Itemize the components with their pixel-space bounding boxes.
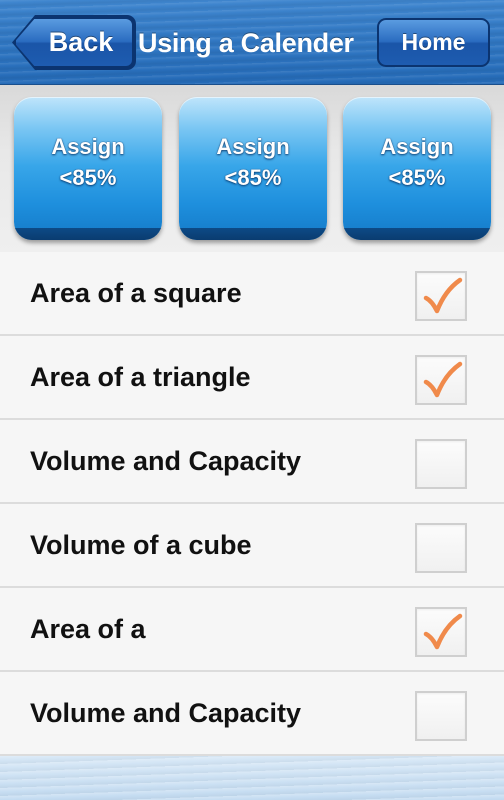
topic-row[interactable]: Volume and Capacity <box>0 420 504 504</box>
assign-button-2-line2: <85% <box>224 165 282 190</box>
checkmark-icon <box>423 613 463 650</box>
topic-label: Volume and Capacity <box>30 446 302 476</box>
topic-row[interactable]: Volume of a cube <box>0 504 504 588</box>
topic-checkbox[interactable] <box>415 355 467 405</box>
topic-checkbox[interactable] <box>415 271 467 321</box>
topic-checkbox[interactable] <box>415 607 467 657</box>
bottom-background-strip <box>0 756 504 800</box>
assign-button-3-line1: Assign <box>380 134 454 159</box>
assign-button-3[interactable]: Assign <85% <box>343 97 491 240</box>
topic-label: Area of a square <box>30 278 242 308</box>
home-button[interactable]: Home <box>377 18 490 67</box>
topic-checkbox[interactable] <box>415 523 467 573</box>
back-button[interactable]: Back <box>14 17 134 68</box>
topic-row[interactable]: Volume and Capacity <box>0 672 504 756</box>
topic-row[interactable]: Area of a <box>0 588 504 672</box>
topic-checkbox[interactable] <box>415 691 467 741</box>
assign-button-2[interactable]: Assign <85% <box>179 97 327 240</box>
topic-label: Volume of a cube <box>30 530 252 560</box>
checkmark-icon <box>423 277 463 314</box>
page-title: Using a Calender <box>138 28 354 58</box>
assign-button-1-line1: Assign <box>51 134 125 159</box>
topic-label: Area of a triangle <box>30 362 251 392</box>
navigation-bar: Back Using a Calender Home <box>0 0 504 85</box>
topic-row[interactable]: Area of a triangle <box>0 336 504 420</box>
assign-button-1-line2: <85% <box>59 165 117 190</box>
topic-checkbox[interactable] <box>415 439 467 489</box>
assign-button-2-line1: Assign <box>216 134 290 159</box>
topic-row[interactable]: Area of a square <box>0 252 504 336</box>
topic-list: Area of a square Area of a triangle Volume… <box>0 252 504 756</box>
checkmark-icon <box>423 361 463 398</box>
assign-button-3-line2: <85% <box>388 165 446 190</box>
topic-label: Volume and Capacity <box>30 698 302 728</box>
topic-label: Area of a <box>30 614 146 644</box>
assign-buttons-bar: Assign <85% Assign <85% Assign <85% <box>0 85 504 252</box>
assign-button-1[interactable]: Assign <85% <box>14 97 162 240</box>
